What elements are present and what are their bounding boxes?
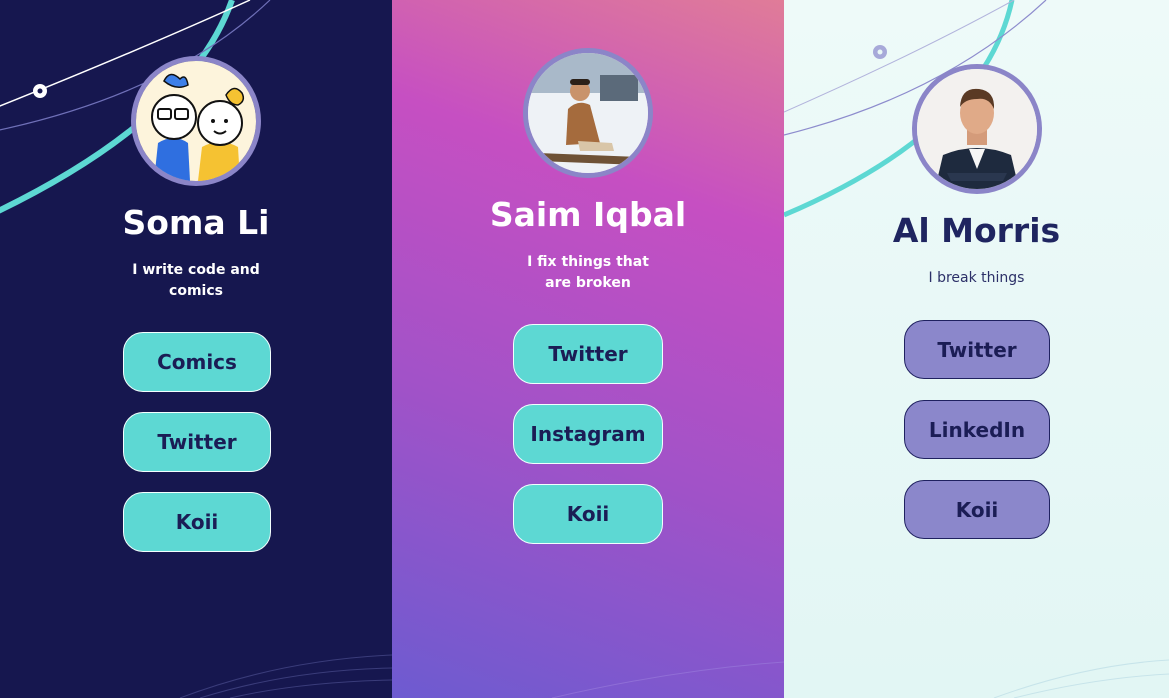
profile-name: Soma Li (122, 203, 270, 242)
profile-name: Al Morris (892, 211, 1061, 250)
profile-name: Saim Iqbal (489, 195, 687, 234)
twitter-link-button[interactable]: Twitter (123, 412, 271, 472)
koii-link-button[interactable]: Koii (123, 492, 271, 552)
koii-link-button[interactable]: Koii (513, 484, 663, 544)
twitter-link-button[interactable]: Twitter (513, 324, 663, 384)
avatar (131, 56, 261, 186)
koii-link-button[interactable]: Koii (904, 480, 1050, 539)
profile-card-al: Al Morris I break things Twitter LinkedI… (784, 0, 1169, 698)
avatar (912, 64, 1042, 194)
avatar (523, 48, 653, 178)
comics-link-button[interactable]: Comics (123, 332, 271, 392)
profile-bio: I fix things that are broken (527, 254, 649, 291)
profile-bio: I write code and comics (132, 262, 260, 299)
photo-avatar (528, 53, 648, 173)
profile-card-saim: Saim Iqbal I fix things that are broken … (392, 0, 784, 698)
linkedin-link-button[interactable]: LinkedIn (904, 400, 1050, 459)
twitter-link-button[interactable]: Twitter (904, 320, 1050, 379)
profile-bio: I break things (928, 270, 1025, 286)
profile-card-soma: Soma Li I write code and comics Comics T… (0, 0, 392, 698)
instagram-link-button[interactable]: Instagram (513, 404, 663, 464)
cartoon-avatar-icon (136, 61, 256, 181)
photo-avatar (917, 69, 1037, 189)
